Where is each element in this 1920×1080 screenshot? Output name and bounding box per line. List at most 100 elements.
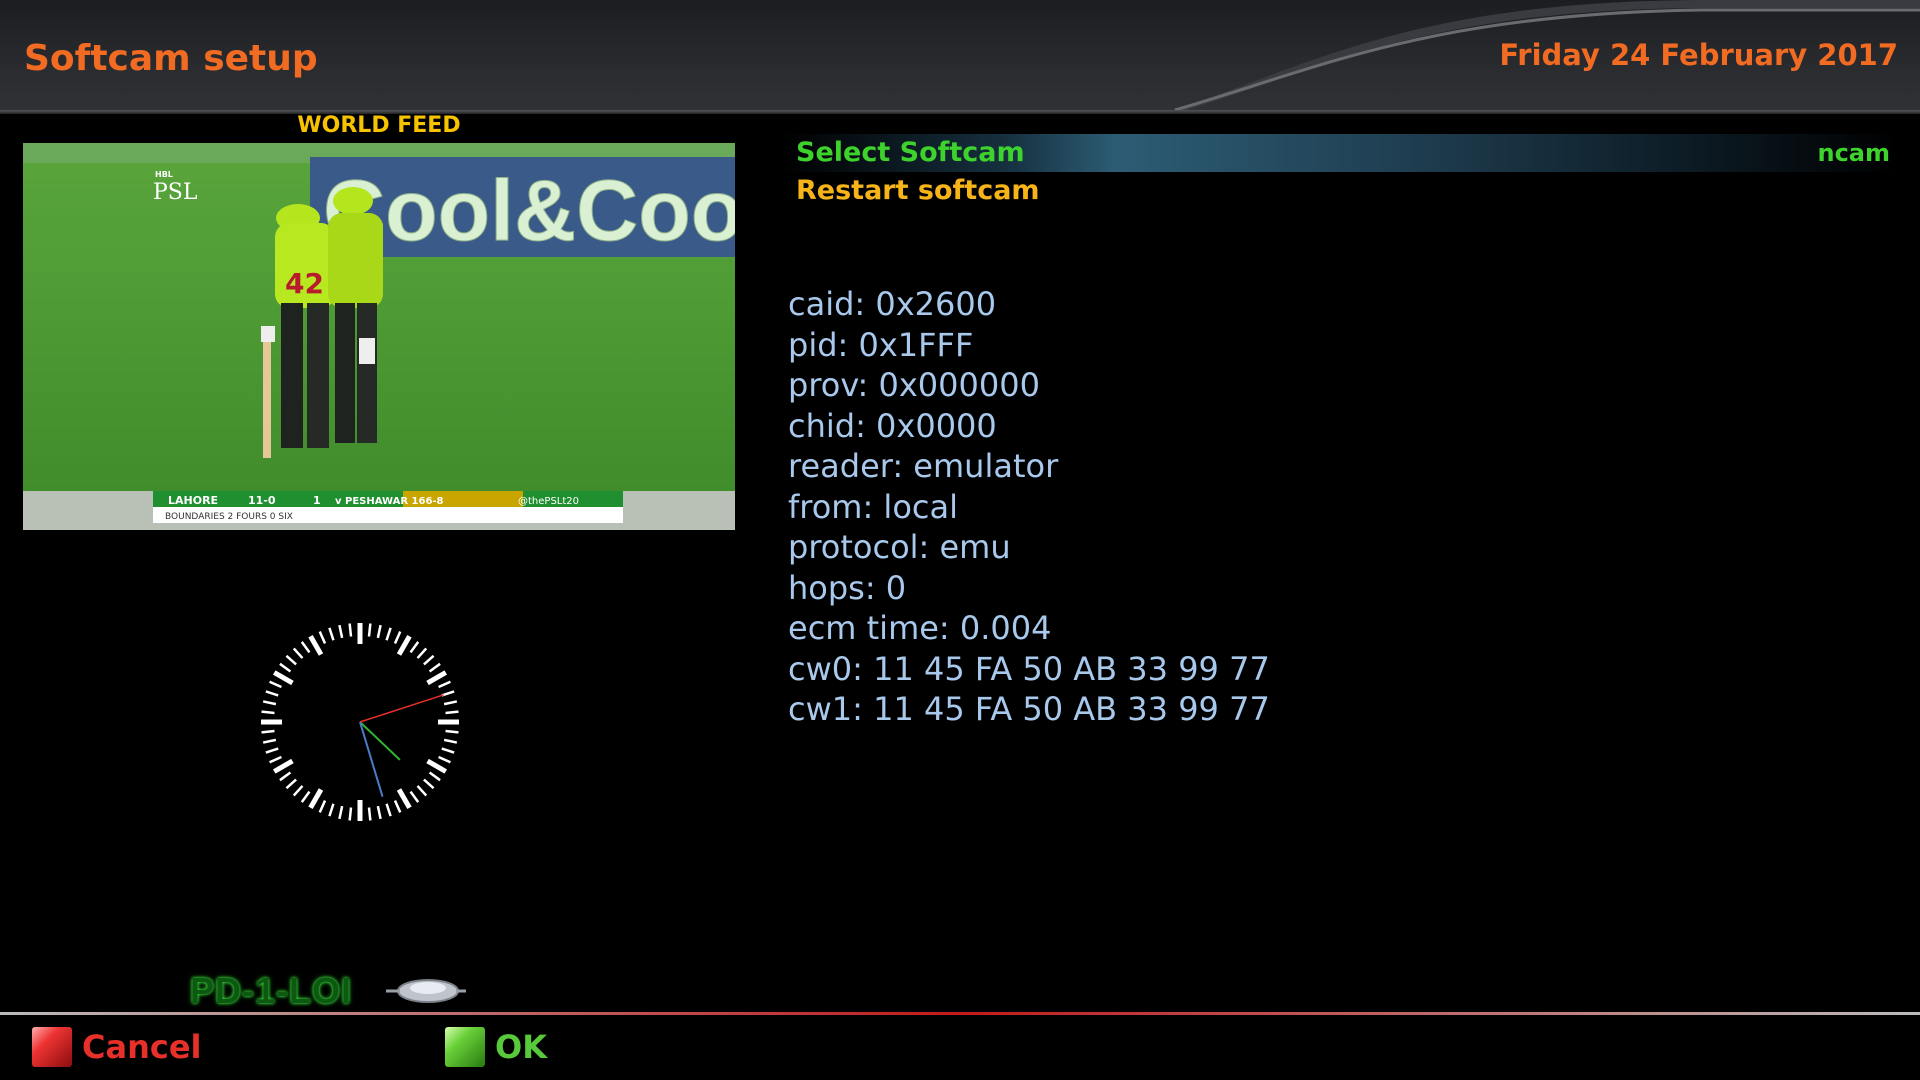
info-chid: chid: 0x0000 — [788, 406, 997, 445]
clock-tick — [428, 771, 441, 782]
info-reader: reader: emulator — [788, 447, 1059, 485]
video-brand-logo: PSL — [153, 180, 198, 205]
clock-tick — [385, 803, 392, 817]
clock-tick — [265, 690, 279, 697]
clock-tick — [443, 738, 458, 744]
info-caid: caid: 0x2600 — [788, 285, 997, 323]
ok-label: OK — [495, 1028, 547, 1066]
clock-tick — [285, 778, 297, 790]
footer-divider — [0, 1012, 1920, 1015]
clock-tick — [438, 755, 451, 764]
clock-tick — [269, 680, 282, 689]
green-key-icon — [445, 1027, 485, 1067]
clock-tick — [269, 755, 282, 764]
logo-text: PD-1-LOI — [190, 970, 353, 1011]
clock-tick — [376, 805, 382, 820]
clock-tick — [423, 654, 435, 666]
score-handle: @thePSLt20 — [518, 496, 579, 507]
clock-tick — [367, 623, 372, 637]
cancel-button[interactable]: Cancel — [32, 1027, 202, 1067]
score-runs: 11-0 — [248, 494, 276, 507]
clock-tick — [376, 624, 382, 639]
menu-item-label: Select Softcam — [796, 137, 1025, 168]
jersey-number: 42 — [285, 267, 324, 300]
clock-tick — [416, 647, 428, 659]
clock-tick — [348, 807, 353, 821]
clock-tick — [279, 662, 292, 673]
feed-label: WORLD FEED — [297, 113, 461, 138]
info-cw1: cw1: 11 45 FA 50 AB 33 99 77 — [788, 690, 1270, 728]
clock-tick — [416, 785, 428, 797]
video-banner-text: Cool&Coo — [323, 163, 735, 259]
clock-tick — [367, 807, 372, 821]
clock-tick — [318, 631, 327, 644]
clock-second-hand — [359, 694, 444, 723]
score-opponent: v PESHAWAR 166-8 — [335, 496, 444, 507]
clock-tick — [308, 788, 324, 809]
clock-tick — [445, 710, 459, 715]
clock-tick — [318, 800, 327, 813]
page-title: Softcam setup — [24, 38, 318, 79]
clock-tick — [385, 627, 392, 641]
clock-tick — [308, 635, 324, 656]
clock-tick — [393, 631, 402, 644]
clock-tick — [445, 729, 459, 734]
video-preview: Cool&Coo HBL PSL 42 LAHORE 11-0 1 v PESH… — [23, 143, 735, 530]
clock-tick — [396, 635, 412, 656]
clock-tick — [393, 800, 402, 813]
score-overs: 1 — [313, 494, 321, 507]
cancel-label: Cancel — [82, 1028, 202, 1066]
scoreboard: LAHORE 11-0 1 v PESHAWAR 166-8 @thePSLt2… — [23, 491, 735, 530]
clock-tick — [438, 680, 451, 689]
softcam-menu: Select Softcam ncam Restart softcam — [782, 134, 1898, 210]
box-logo: PD-1-LOI — [190, 970, 480, 1014]
red-key-icon — [32, 1027, 72, 1067]
clock-tick — [262, 700, 277, 706]
clock-tick — [441, 747, 455, 754]
clock-tick — [443, 700, 458, 706]
clock-tick — [428, 662, 441, 673]
clock-tick — [423, 778, 435, 790]
info-pid: pid: 0x1FFF — [788, 325, 974, 364]
info-prov: prov: 0x000000 — [788, 366, 1040, 404]
clock-tick — [262, 738, 277, 744]
clock-tick — [348, 623, 353, 637]
clock-tick — [328, 627, 335, 641]
info-hops: hops: 0 — [788, 568, 907, 607]
clock-tick — [279, 771, 292, 782]
menu-item-value: ncam — [1817, 139, 1890, 167]
clock-tick — [261, 710, 275, 715]
header-bar: Softcam setup Friday 24 February 2017 — [0, 0, 1920, 110]
ecm-info-panel: caid: 0x2600 pid: 0x1FFF prov: 0x000000 … — [788, 284, 1270, 730]
clock-tick — [338, 624, 344, 639]
menu-item-select-softcam[interactable]: Select Softcam ncam — [782, 134, 1898, 172]
clock-tick — [409, 641, 420, 654]
ok-button[interactable]: OK — [445, 1027, 547, 1067]
score-team: LAHORE — [168, 494, 218, 507]
date-display: Friday 24 February 2017 — [1499, 38, 1898, 72]
info-from: from: local — [788, 487, 958, 526]
clock-tick — [426, 758, 447, 774]
info-protocol: protocol: emu — [788, 528, 1011, 566]
clock-tick — [300, 641, 311, 654]
clock-tick — [409, 790, 420, 803]
clock-tick — [265, 747, 279, 754]
score-stats: BOUNDARIES 2 FOURS 0 SIX — [165, 512, 293, 522]
clock-tick — [292, 785, 304, 797]
satellite-icon — [386, 979, 466, 1003]
clock-tick — [285, 654, 297, 666]
clock-tick — [261, 729, 275, 734]
info-cw0: cw0: 11 45 FA 50 AB 33 99 77 — [788, 649, 1270, 688]
info-ecm-time: ecm time: 0.004 — [788, 609, 1052, 647]
clock-tick — [273, 670, 294, 686]
clock-tick — [300, 790, 311, 803]
menu-item-label: Restart softcam — [796, 175, 1040, 206]
clock-tick — [273, 758, 294, 774]
video-brand-small: HBL — [155, 170, 173, 179]
clock-tick — [338, 805, 344, 820]
menu-item-restart-softcam[interactable]: Restart softcam — [782, 172, 1898, 210]
clock-tick — [426, 670, 447, 686]
analog-clock — [261, 623, 459, 821]
clock-tick — [396, 788, 412, 809]
clock-tick — [292, 647, 304, 659]
